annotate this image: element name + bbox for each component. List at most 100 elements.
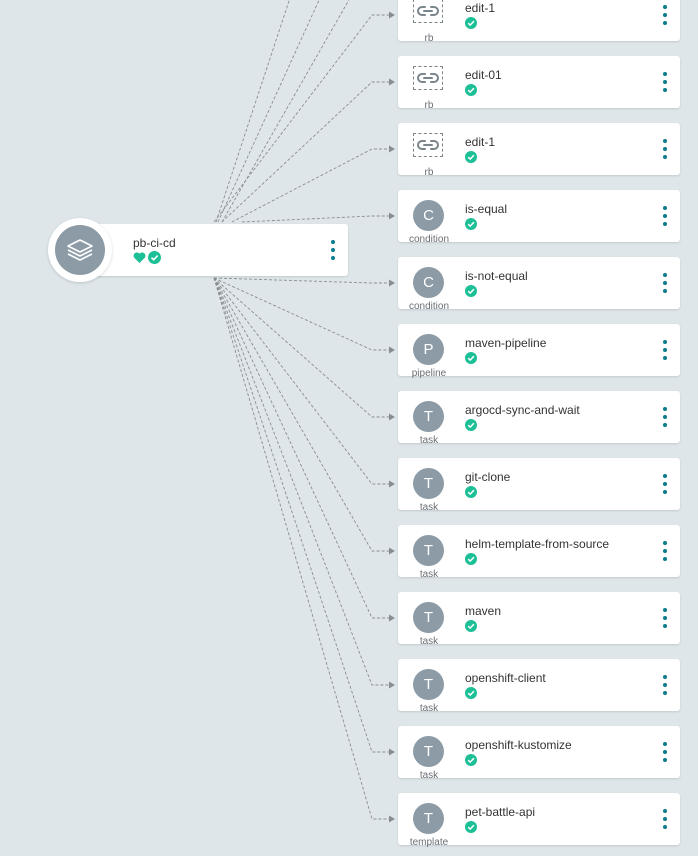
node-menu-button[interactable]: [660, 809, 670, 829]
node-menu-button[interactable]: [660, 608, 670, 628]
node-name: helm-template-from-source: [465, 537, 610, 551]
node-kind-label: task: [419, 636, 439, 647]
edge-arrow: [389, 212, 395, 220]
node-link-badge: [413, 133, 443, 157]
node-status: [465, 418, 477, 436]
check-circle-icon: [465, 553, 477, 565]
node-menu-button[interactable]: [660, 407, 670, 427]
node-name: maven-pipeline: [465, 336, 547, 350]
node-name: git-clone: [465, 470, 511, 484]
link-icon: [417, 140, 439, 150]
node-menu-button[interactable]: [660, 273, 670, 293]
node-status: [465, 552, 477, 570]
node-card[interactable]: rb edit-1: [398, 123, 680, 178]
node-card[interactable]: Ppipeline maven-pipeline: [398, 324, 680, 379]
node-kind-label: condition: [408, 234, 450, 245]
edge-arrow: [389, 480, 395, 488]
node-card[interactable]: Ccondition is-not-equal: [398, 257, 680, 312]
node-kind-badge: C: [413, 200, 444, 231]
node-kind-label: condition: [408, 301, 450, 312]
node-menu-button[interactable]: [660, 5, 670, 25]
node-kind-label: template: [409, 837, 449, 848]
node-kind-label: task: [419, 435, 439, 446]
check-circle-icon: [465, 419, 477, 431]
node-link-badge: [413, 0, 443, 23]
node-menu-button[interactable]: [660, 675, 670, 695]
node-card[interactable]: rb edit-1: [398, 0, 680, 44]
edge-line: [213, 277, 394, 619]
node-name: is-equal: [465, 202, 508, 216]
node-status: [465, 284, 477, 302]
node-status: [465, 16, 477, 34]
node-status: [465, 619, 477, 637]
node-name: openshift-kustomize: [465, 738, 572, 752]
edge-arrow: [389, 346, 395, 354]
check-circle-icon: [465, 486, 477, 498]
check-circle-icon: [465, 687, 477, 699]
check-circle-icon: [465, 218, 477, 230]
root-node-name: pb-ci-cd: [133, 236, 176, 250]
node-menu-button[interactable]: [660, 340, 670, 360]
node-kind-label: pipeline: [411, 368, 447, 379]
check-circle-icon: [465, 285, 477, 297]
link-icon: [417, 6, 439, 16]
node-status: [465, 150, 477, 168]
layers-icon: [67, 239, 93, 261]
node-kind-badge: T: [413, 803, 444, 834]
edge-arrow: [389, 547, 395, 555]
edge-line: [213, 277, 394, 552]
node-card[interactable]: Ttask helm-template-from-source: [398, 525, 680, 580]
root-node-card[interactable]: [95, 224, 348, 276]
edge-line: [217, 0, 320, 223]
node-name: is-not-equal: [465, 269, 528, 283]
node-card[interactable]: Ttask openshift-client: [398, 659, 680, 714]
node-menu-button[interactable]: [660, 474, 670, 494]
node-status: [465, 820, 477, 838]
edge-arrow: [389, 11, 395, 19]
node-card[interactable]: rb edit-01: [398, 56, 680, 111]
node-menu-button[interactable]: [660, 139, 670, 159]
edge-line: [221, 81, 394, 223]
node-kind-badge: T: [413, 602, 444, 633]
node-card[interactable]: Ttask argocd-sync-and-wait: [398, 391, 680, 446]
node-kind-badge: T: [413, 401, 444, 432]
node-name: edit-01: [465, 68, 502, 82]
edge-arrow: [389, 681, 395, 689]
node-name: openshift-client: [465, 671, 546, 685]
node-card[interactable]: Ttask openshift-kustomize: [398, 726, 680, 781]
edge-line: [213, 277, 394, 418]
node-link-badge: [413, 66, 443, 90]
root-node-badge[interactable]: [48, 218, 112, 282]
edge-line: [213, 277, 394, 284]
node-menu-button[interactable]: [660, 72, 670, 92]
edge-line: [215, 0, 290, 223]
node-card[interactable]: Ttask maven: [398, 592, 680, 647]
edge-line: [231, 148, 394, 223]
node-menu-button[interactable]: [660, 541, 670, 561]
node-kind-badge: T: [413, 535, 444, 566]
edge-arrow: [389, 78, 395, 86]
node-card[interactable]: Ccondition is-equal: [398, 190, 680, 245]
edge-arrow: [389, 145, 395, 153]
node-kind-label: task: [419, 770, 439, 781]
node-name: edit-1: [465, 135, 496, 149]
edge-arrow: [389, 614, 395, 622]
node-kind-badge: T: [413, 468, 444, 499]
root-node-menu-button[interactable]: [328, 240, 338, 260]
node-kind-label: task: [419, 703, 439, 714]
node-status: [465, 485, 477, 503]
node-kind-badge: P: [413, 334, 444, 365]
edge-line: [213, 277, 394, 686]
node-kind-badge: T: [413, 669, 444, 700]
node-menu-button[interactable]: [660, 206, 670, 226]
node-card[interactable]: Ttask git-clone: [398, 458, 680, 513]
node-kind-label: task: [419, 502, 439, 513]
edge-line: [213, 277, 394, 485]
node-name: maven: [465, 604, 502, 618]
node-status: [465, 83, 477, 101]
node-status: [465, 753, 477, 771]
node-menu-button[interactable]: [660, 742, 670, 762]
node-card[interactable]: Ttemplate pet-battle-api: [398, 793, 680, 848]
node-status: [465, 351, 477, 369]
check-circle-icon: [465, 821, 477, 833]
